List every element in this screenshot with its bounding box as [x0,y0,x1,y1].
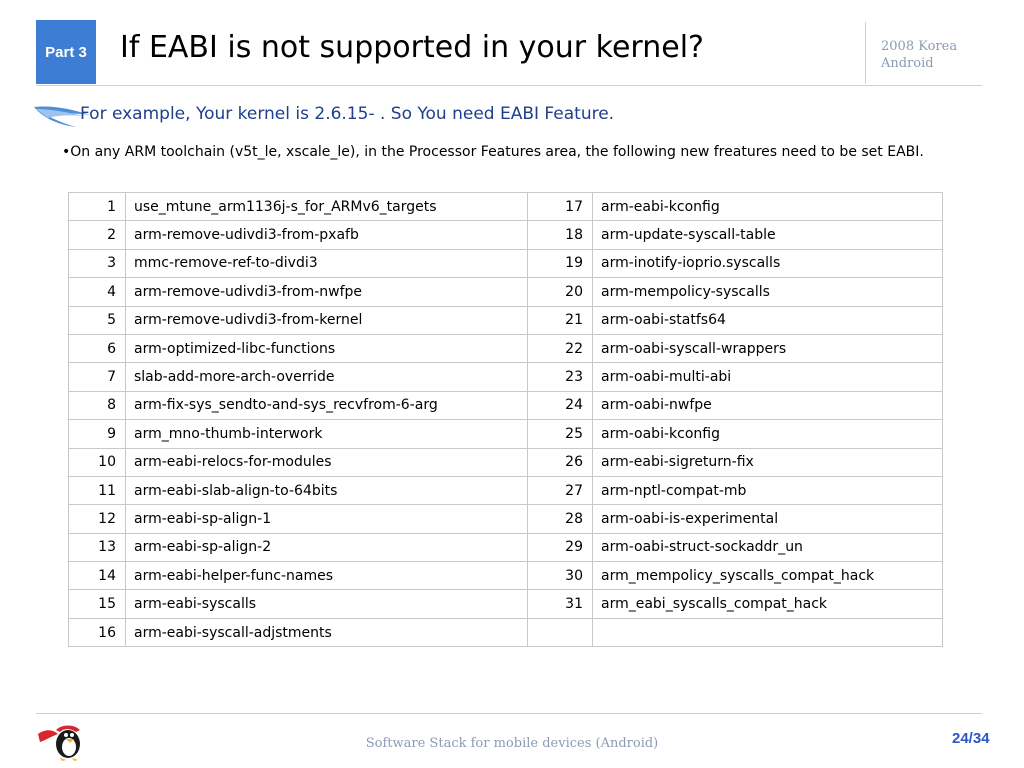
part-badge: Part 3 [36,20,96,84]
patch-name-right: arm-oabi-is-experimental [592,504,943,534]
table-row: 16 arm-eabi-syscall-adjstments [68,617,943,648]
table-row: 2 arm-remove-udivdi3-from-pxafb 18 arm-upda… [68,220,943,250]
row-number-right [527,617,593,648]
row-number-right: 25 [527,419,593,449]
patch-name-left: arm-eabi-syscall-adjstments [125,617,528,648]
row-number-right: 20 [527,277,593,307]
row-number-left: 5 [68,305,126,335]
patch-name-left: use_mtune_arm1136j-s_for_ARMv6_targets [125,191,528,222]
patch-name-right: arm-inotify-ioprio.syscalls [592,248,943,279]
header-divider [865,22,866,84]
row-number-left: 4 [68,277,126,307]
row-number-right: 18 [527,220,593,250]
patch-table: 1 use_mtune_arm1136j-s_for_ARMv6_targets 1… [68,191,943,648]
row-number-right: 31 [527,589,593,619]
patch-name-left: arm-eabi-sp-align-2 [125,532,528,563]
row-number-left: 10 [68,447,126,477]
row-number-left: 9 [68,419,126,449]
table-row: 12 arm-eabi-sp-align-1 28 arm-oabi-is-exper… [68,504,943,534]
patch-name-left: mmc-remove-ref-to-divdi3 [125,248,528,279]
part-label: Part 3 [45,43,87,61]
patch-table-body: 1 use_mtune_arm1136j-s_for_ARMv6_targets 1… [68,191,943,648]
body-text-before: •On any ARM toolchain (v5t_le, xscale_le… [62,144,409,160]
row-number-right: 19 [527,248,593,279]
row-number-right: 24 [527,390,593,421]
row-number-left: 8 [68,390,126,421]
brand-line-2: Android [881,56,934,71]
patch-name-right: arm-oabi-multi-abi [592,362,943,392]
subtitle: For example, Your kernel is 2.6.15- . So… [80,104,615,124]
brand-line-1: 2008 Korea [881,39,958,54]
table-row: 7 slab-add-more-arch-override 23 arm-oabi-m… [68,362,943,392]
patch-name-right: arm_eabi_syscalls_compat_hack [592,589,943,619]
row-number-right: 28 [527,504,593,534]
table-row: 10 arm-eabi-relocs-for-modules 26 arm-eabi-… [68,447,943,477]
patch-name-left: arm-fix-sys_sendto-and-sys_recvfrom-6-ar… [125,390,528,421]
table-row: 1 use_mtune_arm1136j-s_for_ARMv6_targets 1… [68,191,943,222]
table-row: 6 arm-optimized-libc-functions 22 arm-oabi-… [68,333,943,364]
table-row: 8 arm-fix-sys_sendto-and-sys_recvfrom-6-a… [68,390,943,421]
row-number-left: 1 [68,191,126,222]
table-row: 15 arm-eabi-syscalls 31 arm_eabi_syscalls_c… [68,589,943,619]
patch-name-left: arm-optimized-libc-functions [125,333,528,364]
patch-name-left: arm-eabi-helper-func-names [125,561,528,591]
row-number-left: 15 [68,589,126,619]
row-number-right: 23 [527,362,593,392]
row-number-left: 13 [68,532,126,563]
patch-name-right: arm-oabi-syscall-wrappers [592,333,943,364]
table-row: 14 arm-eabi-helper-func-names 30 arm_mempol… [68,561,943,591]
row-number-left: 14 [68,561,126,591]
patch-name-left: slab-add-more-arch-override [125,362,528,392]
table-row: 5 arm-remove-udivdi3-from-kernel 21 arm-oab… [68,305,943,335]
row-number-left: 11 [68,475,126,506]
row-number-right: 21 [527,305,593,335]
patch-name-right: arm_mempolicy_syscalls_compat_hack [592,561,943,591]
patch-name-left: arm-eabi-relocs-for-modules [125,447,528,477]
patch-name-right: arm-update-syscall-table [592,220,943,250]
row-number-left: 2 [68,220,126,250]
row-number-left: 6 [68,333,126,364]
patch-name-right: arm-oabi-kconfig [592,419,943,449]
patch-name-left: arm-eabi-slab-align-to-64bits [125,475,528,506]
row-number-left: 12 [68,504,126,534]
row-number-left: 3 [68,248,126,279]
patch-name-left: arm_mno-thumb-interwork [125,419,528,449]
patch-name-left: arm-remove-udivdi3-from-pxafb [125,220,528,250]
table-row: 13 arm-eabi-sp-align-2 29 arm-oabi-struct-s… [68,532,943,563]
footer-rule [36,713,982,714]
patch-name-right: arm-nptl-compat-mb [592,475,943,506]
body-paragraph: •On any ARM toolchain (v5t_le, xscale_le… [62,142,952,162]
table-row: 9 arm_mno-thumb-interwork 25 arm-oabi-kconf… [68,419,943,449]
slide-title: If EABI is not supported in your kernel? [120,30,704,65]
table-row: 11 arm-eabi-slab-align-to-64bits 27 arm-npt… [68,475,943,506]
patch-name-left: arm-eabi-sp-align-1 [125,504,528,534]
patch-name-right [592,617,943,648]
row-number-right: 17 [527,191,593,222]
patch-name-right: arm-oabi-nwfpe [592,390,943,421]
table-row: 4 arm-remove-udivdi3-from-nwfpe 20 arm-memp… [68,277,943,307]
patch-name-right: arm-eabi-kconfig [592,191,943,222]
header-rule [36,85,982,86]
patch-name-left: arm-eabi-syscalls [125,589,528,619]
page-number: 24/34 [952,730,990,747]
row-number-right: 22 [527,333,593,364]
row-number-right: 29 [527,532,593,563]
patch-name-right: arm-mempolicy-syscalls [592,277,943,307]
row-number-right: 30 [527,561,593,591]
body-highlight: Processor Features [408,144,541,160]
patch-name-right: arm-oabi-statfs64 [592,305,943,335]
brand-block: 2008 Korea Android [881,38,957,72]
row-number-left: 16 [68,617,126,648]
row-number-right: 27 [527,475,593,506]
patch-name-left: arm-remove-udivdi3-from-kernel [125,305,528,335]
footer-text: Software Stack for mobile devices (Andro… [365,736,659,751]
patch-name-right: arm-eabi-sigreturn-fix [592,447,943,477]
patch-name-left: arm-remove-udivdi3-from-nwfpe [125,277,528,307]
body-text-after: area, the following new freatures need t… [540,144,924,160]
table-row: 3 mmc-remove-ref-to-divdi3 19 arm-inotify-i… [68,248,943,279]
row-number-right: 26 [527,447,593,477]
patch-name-right: arm-oabi-struct-sockaddr_un [592,532,943,563]
row-number-left: 7 [68,362,126,392]
